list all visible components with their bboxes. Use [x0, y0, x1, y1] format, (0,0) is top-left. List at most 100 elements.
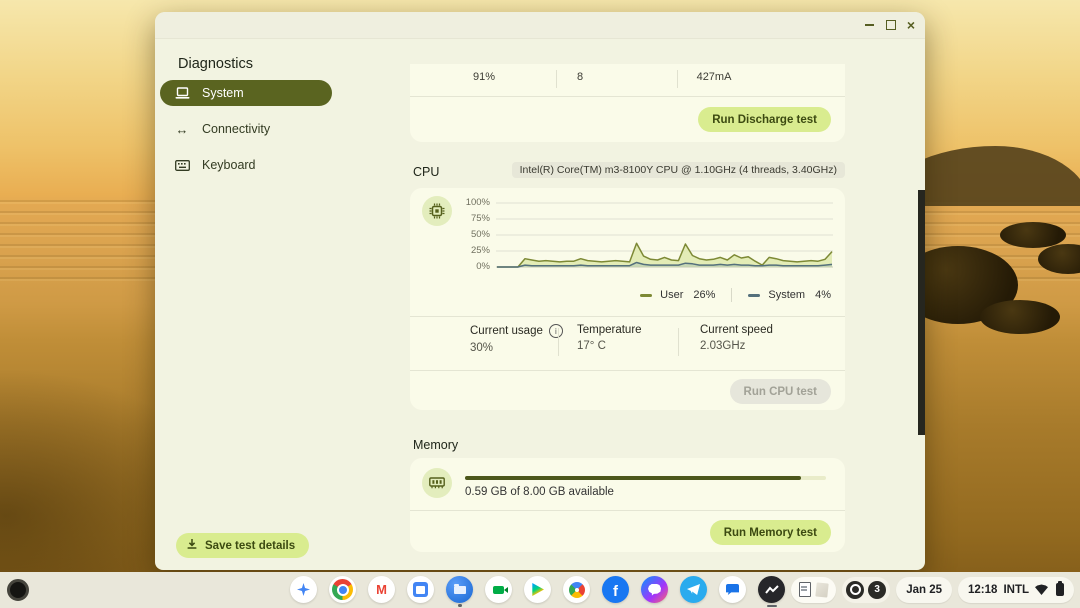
shelf-app-icons: M f — [290, 576, 785, 603]
sidebar: System ↔ Connectivity Keyboard — [160, 80, 340, 188]
status-tray: 3 Jan 25 12:18 INTL — [791, 576, 1074, 603]
system-legend-dash — [748, 294, 760, 297]
battery-charge-value: 91% — [473, 71, 495, 83]
column-divider — [677, 70, 678, 88]
telegram-icon[interactable] — [680, 576, 707, 603]
run-memory-test-button[interactable]: Run Memory test — [710, 520, 831, 545]
cpu-chip-icon — [422, 196, 452, 226]
news-icon[interactable] — [407, 576, 434, 603]
messenger-icon[interactable] — [641, 576, 668, 603]
memory-usage-text: 0.59 GB of 8.00 GB available — [465, 486, 614, 498]
chart-legend: User 26% System 4% — [640, 287, 831, 303]
sidebar-item-label: System — [202, 86, 244, 100]
facebook-icon[interactable]: f — [602, 576, 629, 603]
current-usage-stat: Current usage i 30% — [470, 324, 563, 354]
chat-icon[interactable] — [719, 576, 746, 603]
keyboard-icon — [174, 157, 190, 173]
sidebar-item-label: Keyboard — [202, 158, 256, 172]
user-legend-name: User — [660, 289, 683, 301]
screen: × Diagnostics System ↔ Connectivity Keyb… — [0, 0, 1080, 608]
meet-icon[interactable] — [485, 576, 512, 603]
divider — [410, 510, 845, 511]
notification-count-label: 3 — [874, 584, 880, 595]
cpu-chip-badge: Intel(R) Core(TM) m3-8100Y CPU @ 1.10GHz… — [512, 162, 845, 178]
arrows-icon: ↔ — [174, 121, 190, 137]
diagnostics-window: × Diagnostics System ↔ Connectivity Keyb… — [155, 12, 925, 570]
memory-progress-fill — [465, 476, 801, 480]
ytick-25: 25% — [450, 245, 490, 256]
temperature-stat: Temperature 17° C — [577, 324, 642, 352]
screenshot-holding-space[interactable] — [791, 577, 836, 603]
stat-label: Current speed — [700, 324, 773, 336]
column-divider — [558, 328, 559, 356]
info-icon[interactable]: i — [549, 324, 563, 338]
user-legend-value: 26% — [693, 289, 715, 301]
memory-progress-track — [465, 476, 826, 480]
sidebar-item-keyboard[interactable]: Keyboard — [160, 152, 340, 178]
screen-record-indicator-icon[interactable] — [846, 581, 864, 599]
stat-label: Current usage — [470, 325, 543, 337]
calendar-date-pill[interactable]: Jan 25 — [896, 577, 952, 603]
battery-card: 91% 8 427mA Run Discharge test — [410, 64, 845, 142]
system-legend-value: 4% — [815, 289, 831, 301]
memory-ram-icon — [422, 468, 452, 498]
user-legend-dash — [640, 294, 652, 297]
minimize-button[interactable] — [861, 17, 877, 33]
time-label: 12:18 — [968, 584, 997, 596]
column-divider — [556, 70, 557, 88]
sidebar-item-system[interactable]: System — [160, 80, 332, 106]
indicator-cluster[interactable]: 3 — [842, 577, 890, 603]
play-store-icon[interactable] — [524, 576, 551, 603]
close-button[interactable]: × — [903, 17, 919, 33]
battery-current-value: 427mA — [697, 71, 732, 83]
chrome-icon[interactable] — [329, 576, 356, 603]
cpu-card: 100% 75% 50% 25% 0% User 26% System 4% — [410, 188, 845, 410]
run-cpu-test-button[interactable]: Run CPU test — [730, 379, 831, 404]
notification-counter[interactable]: 3 — [868, 581, 886, 599]
ytick-50: 50% — [450, 229, 490, 240]
divider — [410, 96, 845, 97]
sidebar-item-connectivity[interactable]: ↔ Connectivity — [160, 116, 340, 142]
files-icon[interactable] — [446, 576, 473, 603]
system-legend-name: System — [768, 289, 805, 301]
messenger-dark-icon[interactable] — [758, 576, 785, 603]
ytick-75: 75% — [450, 213, 490, 224]
cpu-section-label: CPU — [413, 165, 439, 179]
divider — [410, 316, 845, 317]
laptop-icon — [174, 85, 190, 101]
ytick-0: 0% — [450, 261, 490, 272]
stat-value: 30% — [470, 342, 563, 354]
battery-icon — [1056, 583, 1064, 596]
column-divider — [678, 328, 679, 356]
memory-card: 0.59 GB of 8.00 GB available Run Memory … — [410, 458, 845, 552]
divider — [410, 370, 845, 371]
ytick-100: 100% — [450, 197, 490, 208]
cpu-usage-chart — [496, 200, 833, 272]
legend-divider — [731, 288, 732, 302]
page-title: Diagnostics — [178, 56, 253, 72]
titlebar[interactable]: × — [155, 12, 925, 39]
stat-value: 17° C — [577, 340, 642, 352]
date-label: Jan 25 — [906, 584, 942, 596]
wifi-icon — [1035, 584, 1048, 595]
save-test-details-label: Save test details — [205, 540, 295, 552]
run-discharge-test-button[interactable]: Run Discharge test — [698, 107, 831, 132]
download-icon — [186, 537, 198, 555]
main-scroll-area[interactable]: 91% 8 427mA Run Discharge test CPU Intel… — [410, 64, 870, 570]
screenshot-thumbnail — [816, 582, 829, 597]
save-test-details-button[interactable]: Save test details — [176, 533, 309, 558]
document-icon — [799, 582, 811, 597]
maximize-button[interactable] — [883, 17, 899, 33]
battery-cycle-value: 8 — [577, 71, 583, 83]
photos-icon[interactable] — [563, 576, 590, 603]
stat-value: 2.03GHz — [700, 340, 773, 352]
gmail-icon[interactable]: M — [368, 576, 395, 603]
current-speed-stat: Current speed 2.03GHz — [700, 324, 773, 352]
launcher-button[interactable] — [7, 579, 29, 601]
keyboard-layout-indicator: INTL — [1003, 584, 1029, 596]
quick-settings-pill[interactable]: 12:18 INTL — [958, 577, 1074, 603]
assistant-icon[interactable] — [290, 576, 317, 603]
scrollbar-thumb[interactable] — [918, 190, 925, 435]
beach-rock — [980, 300, 1060, 334]
stat-label: Temperature — [577, 324, 642, 336]
